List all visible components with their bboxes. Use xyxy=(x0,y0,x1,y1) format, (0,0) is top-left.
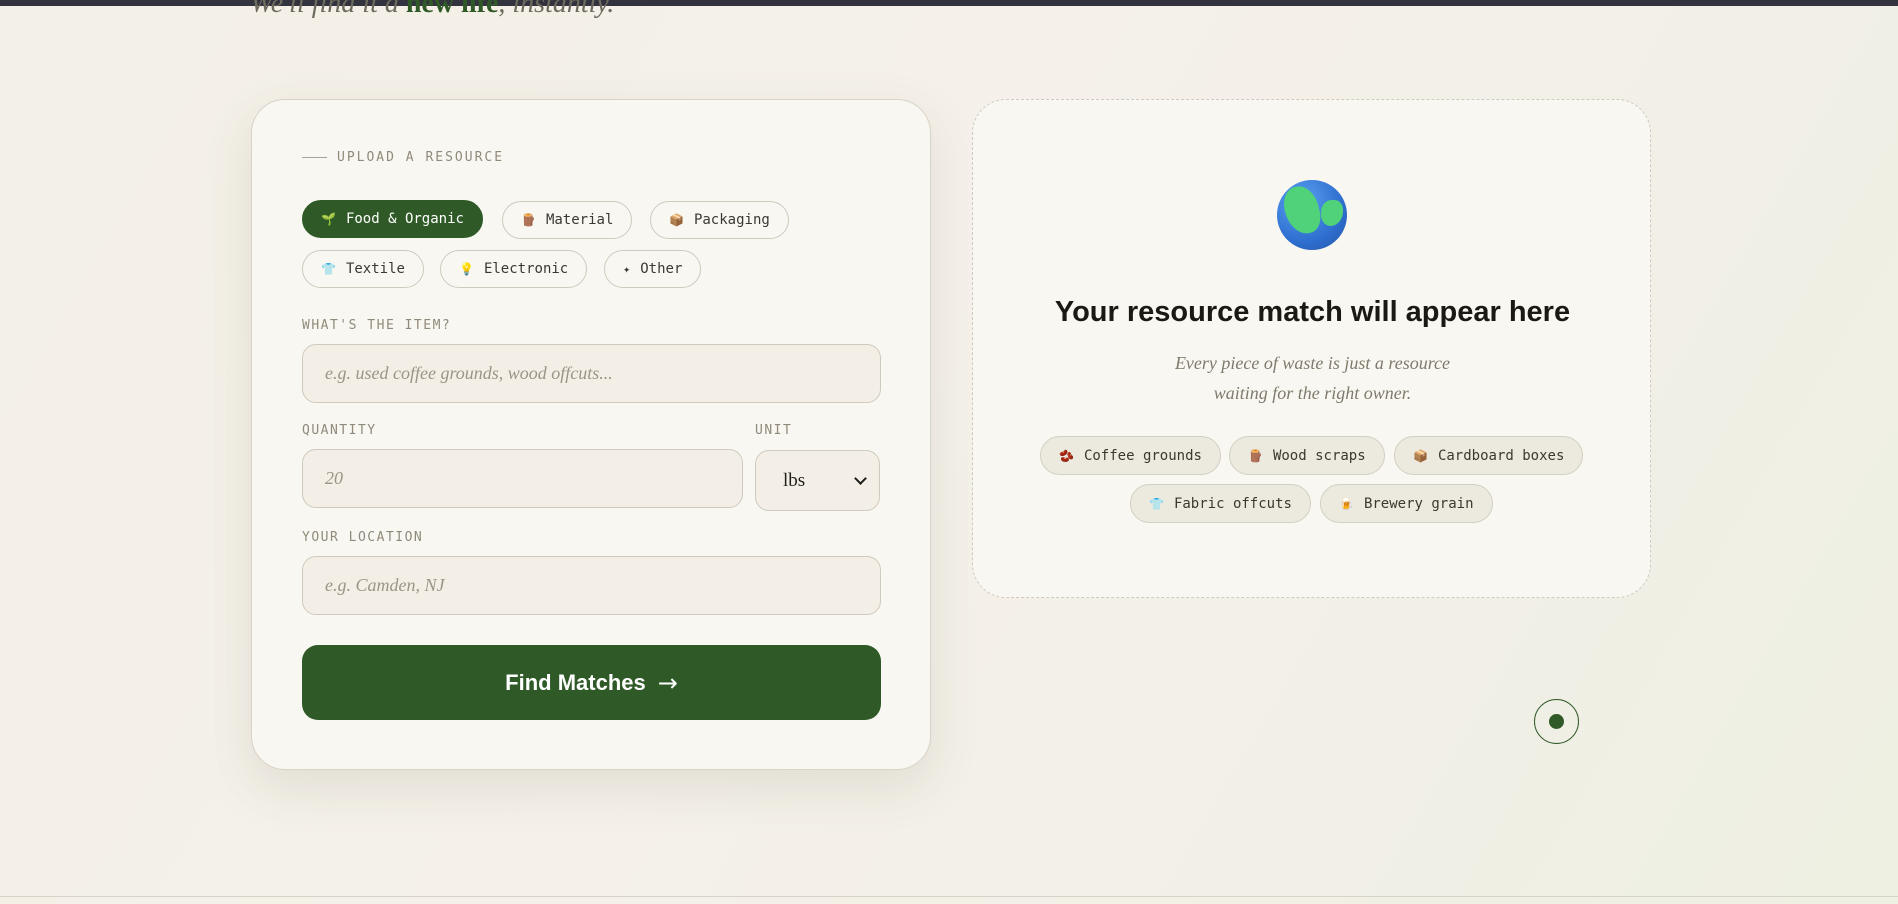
result-subtitle: Every piece of waste is just a resource … xyxy=(973,348,1652,408)
chip-label: Packaging xyxy=(693,212,770,228)
record-button[interactable] xyxy=(1534,699,1579,744)
result-placeholder-card: Your resource match will appear here Eve… xyxy=(972,99,1651,598)
chip-label: Electronic xyxy=(483,261,569,277)
category-chip-food-organic[interactable]: 🌱 Food & Organic xyxy=(302,200,483,238)
shirt-icon: 👕 xyxy=(321,262,336,276)
result-subtitle-line: Every piece of waste is just a resource xyxy=(1174,353,1451,373)
arrow-right-icon: → xyxy=(657,668,678,697)
item-field-label: WHAT'S THE ITEM? xyxy=(302,318,452,333)
pill-label: Fabric offcuts xyxy=(1173,495,1292,512)
unit-field-label: UNIT xyxy=(755,423,793,438)
example-pill-fabric-offcuts[interactable]: 👕 Fabric offcuts xyxy=(1130,484,1311,523)
upload-form-card: UPLOAD A RESOURCE 🌱 Food & Organic 🪵 Mat… xyxy=(251,99,931,770)
item-input[interactable] xyxy=(302,344,881,403)
package-icon: 📦 xyxy=(1413,448,1428,463)
chip-label: Food & Organic xyxy=(345,211,464,227)
bottom-divider xyxy=(0,896,1898,897)
quantity-input[interactable] xyxy=(302,449,743,508)
example-pill-wood-scraps[interactable]: 🪵 Wood scraps xyxy=(1229,436,1385,475)
category-chip-packaging[interactable]: 📦 Packaging xyxy=(650,201,789,239)
section-label: UPLOAD A RESOURCE xyxy=(302,150,504,165)
sparkle-icon: ✦ xyxy=(623,262,631,276)
category-chip-electronic[interactable]: 💡 Electronic xyxy=(440,250,588,288)
example-pill-brewery-grain[interactable]: 🍺 Brewery grain xyxy=(1320,484,1493,523)
section-label-text: UPLOAD A RESOURCE xyxy=(337,150,505,165)
record-dot-icon xyxy=(1549,714,1564,729)
globe-land xyxy=(1321,200,1343,226)
location-field-label: YOUR LOCATION xyxy=(302,530,424,545)
unit-select-value: lbs xyxy=(783,469,806,491)
find-matches-button[interactable]: Find Matches → xyxy=(302,645,881,720)
wood-icon: 🪵 xyxy=(521,213,536,227)
coffee-bean-icon: 🫘 xyxy=(1059,448,1074,463)
label-dash xyxy=(302,157,327,158)
tagline-suffix: , instantly. xyxy=(498,0,615,19)
pill-label: Cardboard boxes xyxy=(1437,447,1565,464)
category-chip-material[interactable]: 🪵 Material xyxy=(502,201,633,239)
seedling-icon: 🌱 xyxy=(321,212,336,226)
wood-icon: 🪵 xyxy=(1248,448,1263,463)
globe-icon xyxy=(1277,180,1347,250)
pill-label: Wood scraps xyxy=(1272,447,1366,464)
example-pill-coffee-grounds[interactable]: 🫘 Coffee grounds xyxy=(1040,436,1221,475)
quantity-field-label: QUANTITY xyxy=(302,423,377,438)
beer-icon: 🍺 xyxy=(1339,496,1354,511)
pill-label: Brewery grain xyxy=(1363,495,1474,512)
find-matches-label: Find Matches xyxy=(505,669,646,695)
result-subtitle-line: waiting for the right owner. xyxy=(1213,383,1412,403)
package-icon: 📦 xyxy=(669,213,684,227)
location-input[interactable] xyxy=(302,556,881,615)
chevron-down-icon xyxy=(854,471,867,485)
category-chip-other[interactable]: ✦ Other xyxy=(604,250,702,288)
chip-label: Textile xyxy=(345,261,405,277)
category-chip-textile[interactable]: 👕 Textile xyxy=(302,250,424,288)
hero-tagline: We'll find it a new life, instantly. xyxy=(250,0,614,20)
tagline-highlight: new life xyxy=(405,0,499,19)
chip-label: Other xyxy=(640,261,683,277)
chip-label: Material xyxy=(545,212,614,228)
globe-land xyxy=(1280,182,1324,238)
unit-select[interactable]: lbs xyxy=(755,450,880,511)
lightbulb-icon: 💡 xyxy=(459,262,474,276)
example-pill-cardboard-boxes[interactable]: 📦 Cardboard boxes xyxy=(1394,436,1584,475)
result-title: Your resource match will appear here xyxy=(1054,296,1571,328)
pill-label: Coffee grounds xyxy=(1083,447,1202,464)
tagline-prefix: We'll find it a xyxy=(250,0,406,19)
shirt-icon: 👕 xyxy=(1149,496,1164,511)
